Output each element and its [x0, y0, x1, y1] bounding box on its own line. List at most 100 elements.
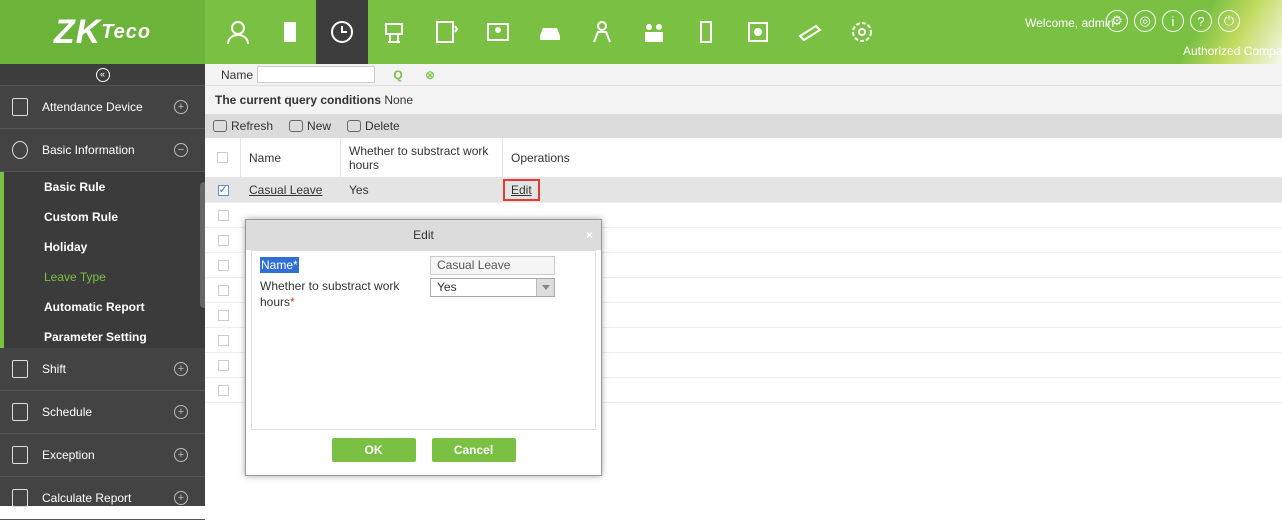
sidebar-item-label: Calculate Report	[42, 491, 132, 505]
table-header: Name Whether to substract work hours Ope…	[205, 138, 1282, 178]
row-checkbox-cell	[205, 303, 241, 327]
delete-icon	[347, 120, 362, 132]
row-checkbox-cell	[205, 228, 241, 252]
sidebar-item-parameter-setting[interactable]: Parameter Setting	[4, 322, 205, 348]
row-checkbox[interactable]	[217, 284, 229, 296]
row-checkbox[interactable]	[217, 183, 229, 196]
delete-button[interactable]: Delete	[347, 119, 400, 133]
video-icon[interactable]	[732, 0, 784, 64]
basic-information-submenu: Basic Rule Custom Rule Holiday Leave Typ…	[0, 172, 205, 348]
patrol-icon[interactable]	[576, 0, 628, 64]
name-search-input[interactable]	[257, 66, 376, 83]
row-checkbox[interactable]	[217, 334, 229, 346]
row-checkbox[interactable]	[217, 359, 229, 371]
row-checkbox[interactable]	[217, 259, 229, 271]
select-all-checkbox[interactable]	[217, 152, 228, 163]
info-circle-icon	[12, 141, 28, 159]
sidebar-item-automatic-report[interactable]: Automatic Report	[4, 292, 205, 322]
sidebar-collapse-button[interactable]: «	[0, 64, 205, 86]
row-checkbox[interactable]	[217, 234, 229, 246]
access-icon[interactable]	[368, 0, 420, 64]
header-name[interactable]: Name	[241, 138, 341, 177]
expand-icon[interactable]: +	[174, 100, 188, 114]
sidebar-item-exception[interactable]: Exception +	[0, 434, 205, 477]
sidebar-item-shift[interactable]: Shift +	[0, 348, 205, 391]
expand-icon[interactable]: +	[174, 405, 188, 419]
locker-icon[interactable]	[680, 0, 732, 64]
table-row[interactable]: Casual Leave Yes Edit	[205, 178, 1282, 203]
row-checkbox-cell	[205, 278, 241, 302]
required-mark: *	[293, 258, 298, 272]
row-checkbox-cell	[205, 353, 241, 377]
sidebar-item-custom-rule[interactable]: Custom Rule	[4, 202, 205, 232]
visitor-icon[interactable]	[472, 0, 524, 64]
help-icon[interactable]: ?	[1190, 10, 1212, 32]
row-operations-cell: Edit	[503, 178, 703, 202]
substract-select-value: Yes	[437, 280, 457, 294]
new-button[interactable]: New	[289, 119, 331, 133]
substract-select[interactable]: Yes	[430, 278, 555, 297]
dialog-footer: OK Cancel	[246, 438, 601, 462]
personnel-icon[interactable]	[212, 0, 264, 64]
system-icon[interactable]	[836, 0, 888, 64]
sidebar-item-schedule[interactable]: Schedule +	[0, 391, 205, 434]
cancel-button[interactable]: Cancel	[431, 438, 516, 462]
meeting-icon[interactable]	[628, 0, 680, 64]
select-all-cell	[205, 138, 241, 177]
zkteco-logo: ZK Teco	[0, 0, 205, 64]
parking-icon[interactable]	[524, 0, 576, 64]
sidebar-item-leave-type[interactable]: Leave Type	[4, 262, 205, 292]
row-name-link[interactable]: Casual Leave	[249, 183, 322, 197]
header-operations: Operations	[511, 150, 570, 165]
refresh-label: Refresh	[231, 119, 274, 133]
device-icon	[12, 98, 28, 116]
settings-icon[interactable]: ⚙	[1106, 10, 1128, 32]
toolbar: Refresh New Delete	[205, 114, 1282, 138]
header-substract[interactable]: Whether to substract work hours	[341, 138, 503, 177]
info-icon[interactable]: i	[1162, 10, 1184, 32]
edit-link[interactable]: Edit	[503, 179, 540, 201]
elevator-icon[interactable]	[420, 0, 472, 64]
power-icon[interactable]: ⏻	[1218, 10, 1240, 32]
sidebar-item-basic-rule[interactable]: Basic Rule	[4, 172, 205, 202]
search-icon[interactable]: Q	[389, 66, 407, 84]
row-name-cell: Casual Leave	[241, 178, 341, 202]
collapse-icon: «	[95, 67, 110, 82]
row-checkbox[interactable]	[217, 209, 229, 221]
query-conditions: The current query conditions None	[205, 86, 1282, 114]
sidebar-item-basic-information[interactable]: Basic Information −	[0, 129, 205, 172]
time-attendance-icon[interactable]	[316, 0, 368, 64]
sidebar-item-holiday[interactable]: Holiday	[4, 232, 205, 262]
logo-text: ZK	[53, 12, 102, 51]
sidebar-item-attendance-device[interactable]: Attendance Device +	[0, 86, 205, 129]
name-label-text: Name	[261, 258, 294, 272]
refresh-button[interactable]: Refresh	[213, 119, 273, 133]
edit-dialog: Edit × Name* Casual Leave Whether to sub…	[245, 219, 602, 476]
name-label: Name*	[260, 257, 430, 273]
expand-icon[interactable]: +	[174, 448, 188, 462]
close-icon[interactable]: ×	[586, 220, 593, 250]
welcome-text: Welcome, admin	[1025, 16, 1115, 30]
top-bar: ZK Teco Welcome, admin ⚙ ◎ i ? ⏻ Authoriz…	[0, 0, 1282, 64]
expand-icon[interactable]: +	[174, 362, 188, 376]
clear-search-icon[interactable]: ⊗	[421, 66, 439, 84]
door-icon[interactable]	[264, 0, 316, 64]
intrusion-icon[interactable]	[784, 0, 836, 64]
dialog-form: Name* Casual Leave Whether to substract …	[251, 250, 596, 430]
row-checkbox-cell	[205, 328, 241, 352]
sidebar-item-label: Attendance Device	[42, 100, 143, 114]
new-icon	[289, 120, 304, 132]
dialog-title: Edit	[413, 228, 434, 242]
sidebar-item-label: Schedule	[42, 405, 93, 419]
expand-icon[interactable]: +	[174, 491, 188, 505]
row-checkbox[interactable]	[217, 384, 229, 396]
user-icon[interactable]: ◎	[1134, 10, 1156, 32]
row-checkbox[interactable]	[217, 309, 229, 321]
sidebar-item-calculate-report[interactable]: Calculate Report +	[0, 477, 205, 520]
collapse-section-icon[interactable]: −	[174, 143, 188, 157]
chevron-down-icon[interactable]	[536, 279, 554, 296]
conditions-label: The current query conditions	[215, 93, 382, 107]
row-checkbox-cell	[205, 378, 241, 402]
ok-button[interactable]: OK	[331, 438, 416, 462]
name-field[interactable]: Casual Leave	[430, 255, 555, 275]
